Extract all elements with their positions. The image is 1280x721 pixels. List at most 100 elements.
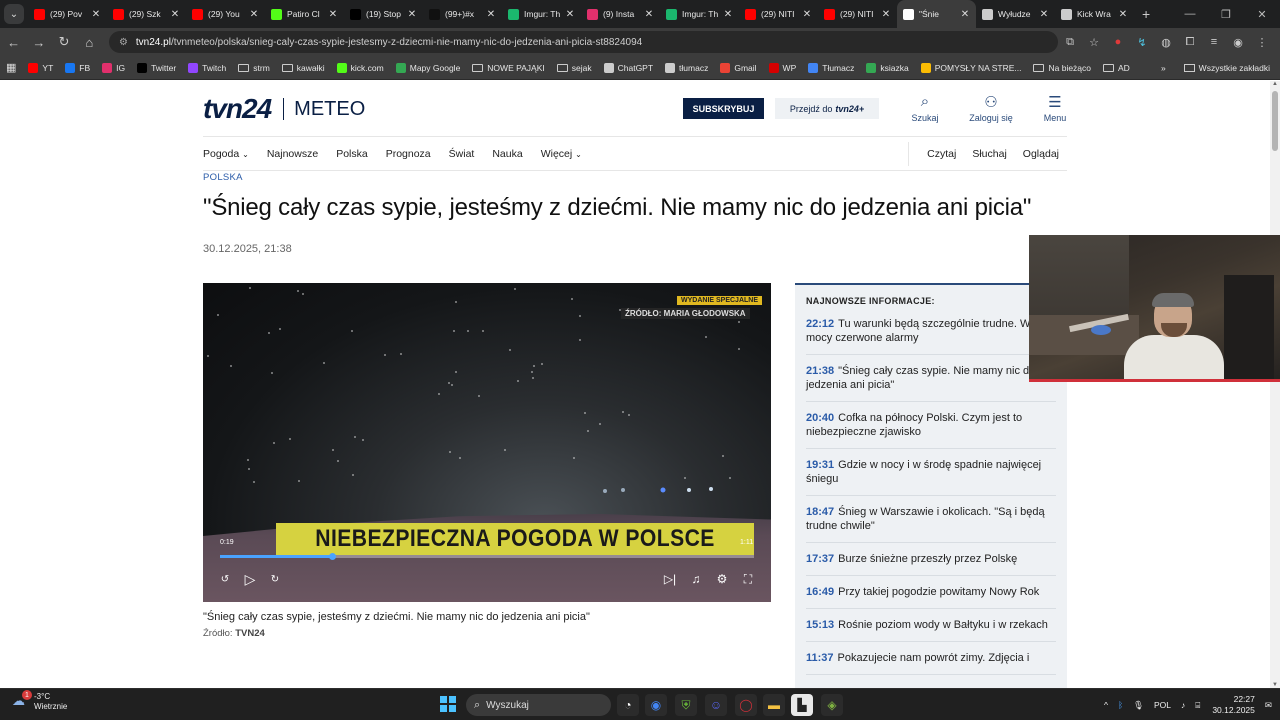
nav-czytaj[interactable]: Czytaj xyxy=(927,148,956,160)
news-item[interactable]: 15:13 Rośnie poziom wody w Bałtyku i w rz… xyxy=(806,618,1056,642)
bookmark-item[interactable]: kick.com xyxy=(336,62,384,73)
browser-tab[interactable]: Imgur: Th ✕ xyxy=(502,0,581,28)
start-button[interactable] xyxy=(440,696,456,712)
close-tab-icon[interactable]: ✕ xyxy=(565,9,575,20)
browser-tab[interactable]: Patiro Cl ✕ xyxy=(265,0,344,28)
bookmark-item[interactable]: ChatGPT xyxy=(603,62,653,73)
site-logo[interactable]: tvn24 METEO xyxy=(203,93,365,125)
close-tab-icon[interactable]: ✕ xyxy=(1039,9,1049,20)
subscribe-button[interactable]: SUBSKRYBUJ xyxy=(683,98,764,119)
fullscreen-icon[interactable]: ⛶ xyxy=(740,570,756,588)
close-tab-icon[interactable]: ✕ xyxy=(644,9,654,20)
news-item[interactable]: 11:37 Pokazujecie nam powrót zimy. Zdjęci… xyxy=(806,651,1056,675)
speaker-icon[interactable]: ♪ xyxy=(1181,700,1185,710)
browser-tab[interactable]: (29) NITI ✕ xyxy=(739,0,818,28)
record-extension-icon[interactable]: ● xyxy=(1106,30,1130,54)
nav-najnowsze[interactable]: Najnowsze xyxy=(267,148,318,160)
goto-tvn24plus-button[interactable]: Przejdź do tvn24+ xyxy=(775,98,879,119)
article-category[interactable]: POLSKA xyxy=(203,172,243,183)
bookmark-item[interactable]: Na bieżąco xyxy=(1033,63,1091,73)
reload-button[interactable]: ↻ xyxy=(52,30,75,54)
bookmark-item[interactable]: WP xyxy=(768,62,796,73)
minimize-button[interactable]: — xyxy=(1172,0,1208,28)
menu-button[interactable]: ☰ Menu xyxy=(1031,93,1079,123)
shield-app-icon[interactable]: ⛨ xyxy=(675,694,697,716)
news-item[interactable]: 16:49 Przy takiej pogodzie powitamy Nowy … xyxy=(806,585,1056,609)
forward-10-icon[interactable]: ↻ xyxy=(267,570,283,588)
address-bar[interactable]: ⚙ tvn24.pl/tvnmeteo/polska/snieg-caly-cz… xyxy=(108,31,1058,53)
opera-icon[interactable]: ◯ xyxy=(735,694,757,716)
news-item[interactable]: 19:31 Gdzie w nocy i w środę spadnie najw… xyxy=(806,458,1056,496)
close-tab-icon[interactable]: ✕ xyxy=(91,9,101,20)
close-tab-icon[interactable]: ✕ xyxy=(407,9,417,20)
browser-tab[interactable]: (29) Szk ✕ xyxy=(107,0,186,28)
close-tab-icon[interactable]: ✕ xyxy=(723,9,733,20)
bookmark-item[interactable]: POMYSŁY NA STRE... xyxy=(920,62,1021,73)
news-item[interactable]: 21:38 "Śnieg cały czas sypie. Nie mamy ni… xyxy=(806,364,1056,402)
scroll-up-icon[interactable]: ▲ xyxy=(1272,81,1278,87)
close-window-button[interactable]: ✕ xyxy=(1244,0,1280,28)
bookmark-item[interactable]: IG xyxy=(102,62,125,73)
browser-tab[interactable]: (29) Pov ✕ xyxy=(28,0,107,28)
discord-icon[interactable]: ☺ xyxy=(705,694,727,716)
nav-swiat[interactable]: Świat xyxy=(449,148,475,160)
browser-tab[interactable]: (99+)#x ✕ xyxy=(423,0,502,28)
video-progress-bar[interactable] xyxy=(220,553,754,560)
site-info-icon[interactable]: ⚙ xyxy=(119,37,128,48)
rewind-10-icon[interactable]: ↺ xyxy=(217,570,233,588)
close-tab-icon[interactable]: ✕ xyxy=(249,9,259,20)
taskbar-clock[interactable]: 22:27 30.12.2025 xyxy=(1212,694,1255,716)
close-tab-icon[interactable]: ✕ xyxy=(328,9,338,20)
microphone-icon[interactable]: 🎙 xyxy=(1133,700,1144,711)
close-tab-icon[interactable]: ✕ xyxy=(1118,9,1128,20)
taskbar-search[interactable]: ⌕ Wyszukaj xyxy=(466,694,611,716)
nav-nauka[interactable]: Nauka xyxy=(492,148,522,160)
play-icon[interactable]: ▷ xyxy=(241,570,259,588)
browser-tab[interactable]: "Śnie ✕ xyxy=(897,0,976,28)
app-icon[interactable]: ◈ xyxy=(821,694,843,716)
news-item[interactable]: 22:12 Tu warunki będą szczególnie trudne.… xyxy=(806,317,1056,355)
nav-wiecej[interactable]: Więcej ⌄ xyxy=(541,148,582,160)
next-icon[interactable]: ▷| xyxy=(662,570,678,588)
bookmark-star-icon[interactable]: ☆ xyxy=(1082,30,1106,54)
close-tab-icon[interactable]: ✕ xyxy=(960,9,970,20)
bookmark-item[interactable]: ksiazka xyxy=(866,62,909,73)
bookmark-item[interactable]: AD xyxy=(1103,63,1130,73)
browser-tab[interactable]: Wyłudze ✕ xyxy=(976,0,1055,28)
install-icon[interactable]: ⧉ xyxy=(1058,30,1082,54)
close-tab-icon[interactable]: ✕ xyxy=(486,9,496,20)
nav-ogladaj[interactable]: Oglądaj xyxy=(1023,148,1059,160)
extension-icon-2[interactable]: ◍ xyxy=(1154,30,1178,54)
back-button[interactable]: ← xyxy=(2,30,25,54)
nav-sluchaj[interactable]: Słuchaj xyxy=(972,148,1006,160)
weather-widget[interactable]: ☁ 1 -3°C Wietrznie xyxy=(12,690,67,712)
reading-list-icon[interactable]: ≡ xyxy=(1202,30,1226,54)
bluetooth-icon[interactable]: ᛒ xyxy=(1118,700,1123,710)
active-app-icon[interactable]: ▙ xyxy=(791,694,813,716)
browser-tab[interactable]: (29) NITI ✕ xyxy=(818,0,897,28)
nav-prognoza[interactable]: Prognoza xyxy=(386,148,431,160)
bookmark-item[interactable]: Gmail xyxy=(720,62,757,73)
profile-avatar[interactable]: ◉ xyxy=(1226,30,1250,54)
login-button[interactable]: ⚇ Zaloguj się xyxy=(966,93,1016,123)
search-button[interactable]: ⌕ Szukaj xyxy=(900,93,950,123)
extensions-puzzle-icon[interactable]: ⧠ xyxy=(1178,30,1202,54)
file-explorer-icon[interactable]: ▬ xyxy=(763,694,785,716)
close-tab-icon[interactable]: ✕ xyxy=(881,9,891,20)
bookmark-item[interactable]: tłumacz xyxy=(665,62,708,73)
notifications-icon[interactable]: ✉ xyxy=(1265,700,1272,711)
forward-button[interactable]: → xyxy=(27,30,50,54)
bookmark-item[interactable]: Twitch xyxy=(188,62,226,73)
nav-pogoda[interactable]: Pogoda ⌄ xyxy=(203,148,249,160)
bookmark-item[interactable]: NOWE PAJĄKI xyxy=(472,63,545,73)
browser-tab[interactable]: Kick Wra ✕ xyxy=(1055,0,1134,28)
tab-search-button[interactable]: ⌄ xyxy=(4,4,24,24)
bookmark-item[interactable]: sejak xyxy=(556,63,592,73)
bookmark-item[interactable]: Tłumacz xyxy=(808,62,854,73)
page-scrollbar[interactable]: ▲ ▼ xyxy=(1270,81,1280,688)
video-player[interactable]: WYDANIE SPECJALNE ŹRÓDŁO: MARIA GŁODOWSK… xyxy=(203,283,771,602)
home-button[interactable]: ⌂ xyxy=(78,30,101,54)
news-item[interactable]: 18:47 Śnieg w Warszawie i okolicach. "Są … xyxy=(806,505,1056,543)
language-indicator[interactable]: POL xyxy=(1154,700,1171,710)
network-icon[interactable]: ⌸ xyxy=(1195,700,1200,711)
